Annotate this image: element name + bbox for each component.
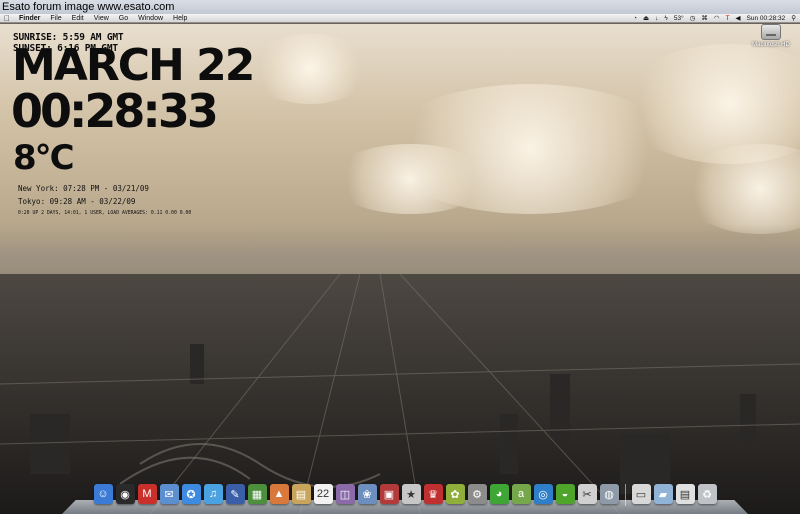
watermark-banner: Esato forum image www.esato.com <box>0 0 800 14</box>
macintosh-hd-icon[interactable]: Macintosh HD <box>748 24 794 48</box>
star-icon[interactable]: ★ <box>401 484 421 504</box>
weather-temp[interactable]: 53° <box>674 14 684 23</box>
menu-window[interactable]: Window <box>133 14 168 23</box>
fruit-icon[interactable]: ✿ <box>445 484 465 504</box>
dock: ☺ ◉ M ✉ ✪ ♫ ✎ ▦ ▲ ▤ 22 ◫ ❀ ▣ ★ ♛ ✿ ⚙ ◕ a ◎ ◒ ✂ ◍ ▭ ▰ ▤ ♻ <box>62 480 748 514</box>
trash-icon[interactable]: ♻ <box>697 484 717 504</box>
menu-go[interactable]: Go <box>114 14 133 23</box>
script-icon[interactable]: ⌘ <box>701 14 708 23</box>
menu-bar:  Finder File Edit View Go Window Help ◔… <box>0 14 800 23</box>
spotlight-icon[interactable]: ⚲ <box>791 14 796 23</box>
time-machine-icon[interactable]: ◔ <box>633 14 637 23</box>
tokyo-time: Tokyo: 09:28 AM - 03/22/09 <box>18 197 136 206</box>
xcode-icon[interactable]: ✎ <box>225 484 245 504</box>
chrome-icon[interactable]: ◕ <box>489 484 509 504</box>
amazon-icon[interactable]: a <box>511 484 531 504</box>
preview-icon[interactable]: ◫ <box>335 484 355 504</box>
disc-icon[interactable]: ◎ <box>533 484 553 504</box>
volume-icon[interactable]: ◀ <box>736 14 741 23</box>
bag-icon[interactable]: ◍ <box>599 484 619 504</box>
battery-icon[interactable]: ϟ <box>664 14 667 23</box>
date-widget: MARCH 22 <box>12 40 255 91</box>
eject-icon[interactable]: ⏏ <box>643 14 649 23</box>
dock-icons: ☺ ◉ M ✉ ✪ ♫ ✎ ▦ ▲ ▤ 22 ◫ ❀ ▣ ★ ♛ ✿ ⚙ ◕ a ◎ ◒ ✂ ◍ ▭ ▰ ▤ ♻ <box>62 484 748 506</box>
itunes-icon[interactable]: ♫ <box>203 484 223 504</box>
hard-drive-icon <box>761 24 781 40</box>
photo-icon[interactable]: ▦ <box>247 484 267 504</box>
mail-icon[interactable]: ✉ <box>159 484 179 504</box>
app-store-icon[interactable]: ▣ <box>379 484 399 504</box>
sync-icon[interactable]: ↓ <box>655 14 658 23</box>
system-prefs-icon[interactable]: ⚙ <box>467 484 487 504</box>
menu-file[interactable]: File <box>45 14 66 23</box>
uptime-widget: 0:20 UP 2 DAYS, 14:01, 1 USER, LOAD AVER… <box>18 211 192 216</box>
wifi-icon[interactable]: ◠ <box>714 14 720 23</box>
drive-label: Macintosh HD <box>752 42 790 48</box>
monitor-icon[interactable]: ▭ <box>631 484 651 504</box>
dock-separator <box>624 484 626 506</box>
menu-help[interactable]: Help <box>168 14 192 23</box>
documents-icon[interactable]: ▤ <box>675 484 695 504</box>
ical-icon[interactable]: 22 <box>313 484 333 504</box>
new-york-time: New York: 07:28 PM - 03/21/09 <box>18 184 149 193</box>
apple-icon[interactable]:  <box>0 14 14 23</box>
menu-edit[interactable]: Edit <box>67 14 89 23</box>
clock-icon[interactable]: ◷ <box>690 14 696 23</box>
spotify-icon[interactable]: ◒ <box>555 484 575 504</box>
menu-view[interactable]: View <box>89 14 114 23</box>
keynote-icon[interactable]: ▲ <box>269 484 289 504</box>
menu-extras: ◔ ⏏ ↓ ϟ 53° ◷ ⌘ ◠ T ◀ Sun 00:28:32 ⚲ <box>633 14 800 23</box>
tt-icon[interactable]: T <box>726 14 730 23</box>
tools-icon[interactable]: ✂ <box>577 484 597 504</box>
dashboard-icon[interactable]: ◉ <box>115 484 135 504</box>
menu-clock[interactable]: Sun 00:28:32 <box>747 14 786 23</box>
safari-icon[interactable]: ✪ <box>181 484 201 504</box>
book-icon[interactable]: ▤ <box>291 484 311 504</box>
menu-finder[interactable]: Finder <box>14 14 45 23</box>
city-skyline <box>0 273 800 514</box>
world-clock-widget: New York: 07:28 PM - 03/21/09 Tokyo: 09:… <box>18 182 149 208</box>
chair-icon[interactable]: ♛ <box>423 484 443 504</box>
gmail-icon[interactable]: M <box>137 484 157 504</box>
time-widget: 00:28:33 <box>11 84 219 138</box>
temperature-widget: 8°C <box>13 138 75 178</box>
folder-icon[interactable]: ▰ <box>653 484 673 504</box>
finder-icon[interactable]: ☺ <box>93 484 113 504</box>
iphoto-icon[interactable]: ❀ <box>357 484 377 504</box>
